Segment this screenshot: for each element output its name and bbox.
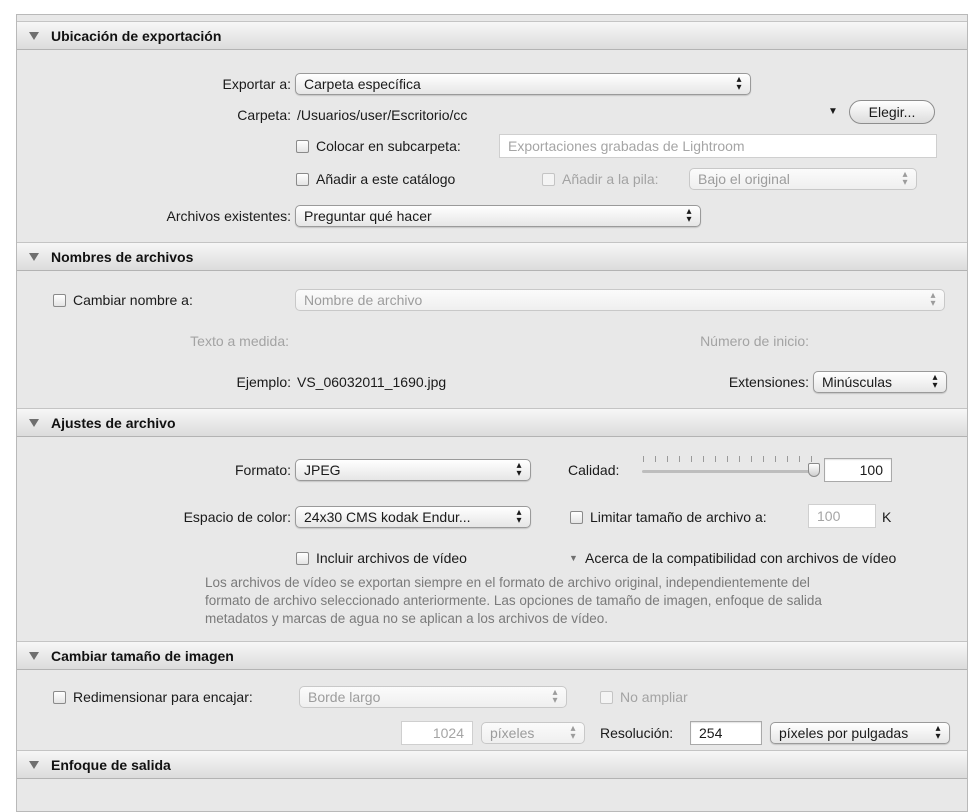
- quality-slider-thumb[interactable]: [808, 463, 820, 477]
- section-title: Ubicación de exportación: [51, 28, 222, 44]
- existing-files-select[interactable]: Preguntar qué hacer ▴ ▾: [295, 205, 701, 227]
- video-note-line-2: formato de archivo seleccionado anterior…: [205, 593, 822, 608]
- section-header-export-location[interactable]: Ubicación de exportación: [17, 21, 967, 50]
- section-title: Nombres de archivos: [51, 249, 194, 265]
- start-number-label: Número de inicio:: [700, 333, 809, 349]
- limit-size-label: Limitar tamaño de archivo a:: [590, 509, 767, 525]
- format-label: Formato:: [234, 462, 291, 478]
- select-arrows-icon: ▴ ▾: [686, 206, 692, 225]
- folder-path: /Usuarios/user/Escritorio/cc: [297, 107, 468, 123]
- section-header-output-sharpening[interactable]: Enfoque de salida: [17, 750, 967, 779]
- no-enlarge-checkbox[interactable]: [600, 691, 613, 704]
- video-compat-label[interactable]: Acerca de la compatibilidad con archivos…: [585, 549, 896, 567]
- existing-files-label: Archivos existentes:: [166, 208, 292, 224]
- select-arrows-icon: ▴ ▾: [552, 687, 558, 706]
- size-unit-select[interactable]: píxeles ▴ ▾: [481, 722, 585, 744]
- disclosure-triangle-icon[interactable]: [29, 32, 39, 40]
- subfolder-label: Colocar en subcarpeta:: [316, 138, 461, 154]
- resolution-unit-value: píxeles por pulgadas: [779, 725, 909, 741]
- include-video-checkbox[interactable]: [296, 552, 309, 565]
- disclosure-triangle-icon[interactable]: [29, 419, 39, 427]
- resolution-input[interactable]: 254: [690, 721, 762, 745]
- folder-history-dropdown-icon[interactable]: ▼: [828, 103, 838, 121]
- video-note-line-3: metadatos y marcas de agua no se aplican…: [205, 611, 608, 626]
- quality-label: Calidad:: [568, 462, 620, 478]
- disclosure-triangle-icon[interactable]: [29, 652, 39, 660]
- quality-slider-ticks: [643, 456, 813, 462]
- video-compat-disclosure-icon[interactable]: ▼: [569, 549, 578, 567]
- example-label: Ejemplo:: [236, 374, 291, 390]
- subfolder-checkbox[interactable]: [296, 140, 309, 153]
- rename-label: Cambiar nombre a:: [73, 292, 193, 308]
- rename-template-select[interactable]: Nombre de archivo ▴ ▾: [295, 289, 945, 311]
- extensions-label: Extensiones:: [728, 374, 809, 390]
- export-to-select[interactable]: Carpeta específica ▴ ▾: [295, 73, 751, 95]
- resize-to-fit-label: Redimensionar para encajar:: [73, 689, 253, 705]
- section-header-file-naming[interactable]: Nombres de archivos: [17, 242, 967, 271]
- color-space-select[interactable]: 24x30 CMS kodak Endur... ▴ ▾: [295, 506, 531, 528]
- video-note-line-1: Los archivos de vídeo se exportan siempr…: [205, 575, 810, 590]
- extensions-select[interactable]: Minúsculas ▴ ▾: [813, 371, 947, 393]
- stack-position-select[interactable]: Bajo el original ▴ ▾: [689, 168, 917, 190]
- subfolder-input[interactable]: Exportaciones grabadas de Lightroom: [499, 134, 937, 158]
- export-dialog-panel: Ubicación de exportación Exportar a: Car…: [16, 14, 968, 812]
- select-arrows-icon: ▴ ▾: [930, 290, 936, 309]
- resolution-label: Resolución:: [600, 725, 674, 741]
- folder-label: Carpeta:: [237, 107, 291, 123]
- limit-size-input[interactable]: 100: [808, 504, 876, 528]
- section-header-image-sizing[interactable]: Cambiar tamaño de imagen: [17, 641, 967, 670]
- section-header-file-settings[interactable]: Ajustes de archivo: [17, 408, 967, 437]
- select-arrows-icon: ▴ ▾: [570, 723, 576, 742]
- disclosure-triangle-icon[interactable]: [29, 761, 39, 769]
- section-title: Ajustes de archivo: [51, 415, 176, 431]
- quality-input[interactable]: 100: [824, 458, 892, 482]
- select-arrows-icon: ▴ ▾: [902, 169, 908, 188]
- export-to-value: Carpeta específica: [304, 76, 421, 92]
- choose-folder-button[interactable]: Elegir...: [849, 100, 935, 124]
- disclosure-triangle-icon[interactable]: [29, 253, 39, 261]
- add-to-stack-checkbox[interactable]: [542, 173, 555, 186]
- custom-text-label: Texto a medida:: [190, 333, 289, 349]
- add-to-stack-label: Añadir a la pila:: [562, 171, 659, 187]
- select-arrows-icon: ▴ ▾: [935, 723, 941, 742]
- select-arrows-icon: ▴ ▾: [736, 74, 742, 93]
- add-to-catalog-label: Añadir a este catálogo: [316, 171, 456, 187]
- resize-mode-value: Borde largo: [308, 689, 381, 705]
- format-value: JPEG: [304, 462, 341, 478]
- limit-size-unit: K: [882, 509, 892, 525]
- quality-slider-track[interactable]: [642, 470, 816, 473]
- format-select[interactable]: JPEG ▴ ▾: [295, 459, 531, 481]
- color-space-value: 24x30 CMS kodak Endur...: [304, 509, 471, 525]
- include-video-label: Incluir archivos de vídeo: [316, 550, 467, 566]
- select-arrows-icon: ▴ ▾: [932, 372, 938, 391]
- example-filename: VS_06032011_1690.jpg: [297, 374, 447, 390]
- resize-mode-select[interactable]: Borde largo ▴ ▾: [299, 686, 567, 708]
- rename-checkbox[interactable]: [53, 294, 66, 307]
- resize-to-fit-checkbox[interactable]: [53, 691, 66, 704]
- select-arrows-icon: ▴ ▾: [516, 507, 522, 526]
- extensions-value: Minúsculas: [822, 374, 893, 390]
- size-input[interactable]: 1024: [401, 721, 473, 745]
- existing-files-value: Preguntar qué hacer: [304, 208, 432, 224]
- rename-template-value: Nombre de archivo: [304, 292, 423, 308]
- export-to-label: Exportar a:: [222, 76, 291, 92]
- resolution-unit-select[interactable]: píxeles por pulgadas ▴ ▾: [770, 722, 950, 744]
- no-enlarge-label: No ampliar: [620, 689, 688, 705]
- size-unit-value: píxeles: [490, 725, 535, 741]
- stack-position-value: Bajo el original: [698, 171, 790, 187]
- select-arrows-icon: ▴ ▾: [516, 460, 522, 479]
- section-title: Cambiar tamaño de imagen: [51, 648, 234, 664]
- section-title: Enfoque de salida: [51, 757, 171, 773]
- color-space-label: Espacio de color:: [183, 509, 291, 525]
- limit-size-checkbox[interactable]: [570, 511, 583, 524]
- add-to-catalog-checkbox[interactable]: [296, 173, 309, 186]
